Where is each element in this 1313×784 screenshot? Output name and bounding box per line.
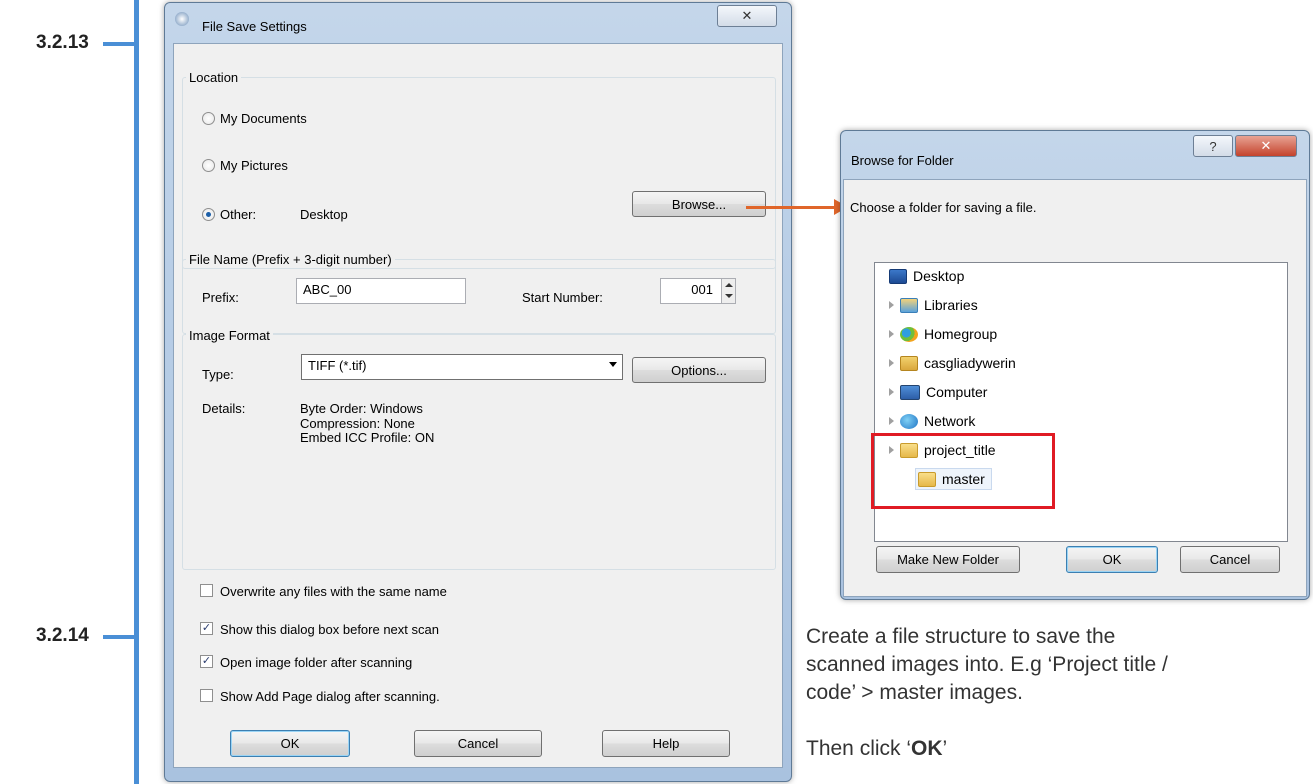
browse-button[interactable]: Browse... bbox=[632, 191, 766, 217]
tree-label-user: casgliadywerin bbox=[924, 355, 1016, 371]
tree-label-homegroup: Homegroup bbox=[924, 326, 998, 342]
title-bar: File Save Settings ✕ bbox=[165, 3, 791, 34]
window-title: File Save Settings bbox=[202, 19, 307, 34]
tree-item-network[interactable]: Network bbox=[889, 410, 975, 432]
cancel-button[interactable]: Cancel bbox=[414, 730, 542, 757]
homegroup-icon bbox=[900, 326, 918, 342]
options-button[interactable]: Options... bbox=[632, 357, 766, 383]
my-documents-radio[interactable] bbox=[202, 112, 215, 125]
libraries-icon bbox=[900, 297, 918, 313]
caption-then-suffix: ’ bbox=[942, 737, 948, 760]
open-folder-checkbox[interactable]: ✓ bbox=[200, 655, 213, 668]
start-number-stepper[interactable]: 001 bbox=[660, 278, 736, 304]
tree-item-user[interactable]: casgliadywerin bbox=[889, 352, 1016, 374]
tree-item-libraries[interactable]: Libraries bbox=[889, 294, 978, 316]
caption-line-3: code’ > master images. bbox=[806, 681, 1023, 704]
other-location-value: Desktop bbox=[300, 207, 348, 222]
instruction-caption: Create a file structure to save the scan… bbox=[806, 623, 1311, 763]
step-tick-1 bbox=[103, 42, 135, 46]
tree-item-desktop[interactable]: Desktop bbox=[889, 265, 964, 287]
show-add-page-checkbox[interactable] bbox=[200, 689, 213, 702]
browse-for-folder-window: Browse for Folder ? ✕ Choose a folder fo… bbox=[840, 130, 1310, 600]
show-dialog-checkbox[interactable]: ✓ bbox=[200, 622, 213, 635]
browse-ok-button[interactable]: OK bbox=[1066, 546, 1158, 573]
expand-icon[interactable] bbox=[889, 388, 894, 396]
browse-client-area: Choose a folder for saving a file. Deskt… bbox=[843, 179, 1307, 597]
type-select[interactable]: TIFF (*.tif) bbox=[301, 354, 623, 380]
help-button[interactable]: Help bbox=[602, 730, 730, 757]
tree-label-network: Network bbox=[924, 413, 976, 429]
expand-icon[interactable] bbox=[889, 301, 894, 309]
prefix-input[interactable]: ABC_00 bbox=[296, 278, 466, 304]
step-label-2: 3.2.14 bbox=[36, 625, 89, 646]
caption-then-bold: OK bbox=[911, 737, 943, 760]
caption-then-prefix: Then click ‘ bbox=[806, 737, 912, 760]
close-button[interactable]: ✕ bbox=[717, 5, 777, 27]
step-vertical-bar bbox=[134, 0, 139, 784]
tree-item-computer[interactable]: Computer bbox=[889, 381, 987, 403]
caption-then-click: Then click ‘OK’ bbox=[806, 735, 1311, 763]
spin-down-icon bbox=[725, 294, 733, 298]
other-radio[interactable] bbox=[202, 208, 215, 221]
make-new-folder-button[interactable]: Make New Folder bbox=[876, 546, 1020, 573]
dropdown-arrow-icon bbox=[609, 362, 617, 367]
location-group bbox=[182, 77, 776, 269]
overwrite-checkbox[interactable] bbox=[200, 584, 213, 597]
expand-icon[interactable] bbox=[889, 359, 894, 367]
pointer-arrow-line bbox=[746, 206, 836, 209]
prefix-label: Prefix: bbox=[202, 290, 239, 305]
dialog-client-area: Location My Documents My Pictures Other:… bbox=[173, 43, 783, 768]
browse-window-title: Browse for Folder bbox=[851, 153, 954, 168]
red-highlight-box bbox=[871, 433, 1055, 509]
start-number-label: Start Number: bbox=[522, 290, 603, 305]
my-documents-label: My Documents bbox=[220, 111, 307, 126]
file-save-settings-window: File Save Settings ✕ Location My Documen… bbox=[164, 2, 792, 782]
show-dialog-label: Show this dialog box before next scan bbox=[220, 622, 439, 637]
help-title-button[interactable]: ? bbox=[1193, 135, 1233, 157]
file-name-group-label: File Name (Prefix + 3-digit number) bbox=[186, 252, 395, 267]
app-icon bbox=[175, 12, 189, 26]
details-label: Details: bbox=[202, 401, 246, 416]
spin-buttons[interactable] bbox=[721, 279, 735, 303]
open-folder-label: Open image folder after scanning bbox=[220, 655, 413, 670]
start-number-value: 001 bbox=[691, 282, 713, 297]
tree-label-desktop: Desktop bbox=[913, 268, 965, 284]
tree-label-computer: Computer bbox=[926, 384, 988, 400]
browse-close-button[interactable]: ✕ bbox=[1235, 135, 1297, 157]
my-pictures-label: My Pictures bbox=[220, 158, 288, 173]
show-add-page-label: Show Add Page dialog after scanning. bbox=[220, 689, 440, 704]
browse-instruction: Choose a folder for saving a file. bbox=[850, 200, 1037, 215]
browse-title-bar: Browse for Folder ? ✕ bbox=[841, 131, 1309, 168]
step-tick-2 bbox=[103, 635, 135, 639]
computer-icon bbox=[900, 384, 920, 400]
type-label: Type: bbox=[202, 367, 234, 382]
close-icon: ✕ bbox=[741, 8, 753, 23]
step-label-1: 3.2.13 bbox=[36, 32, 89, 53]
browse-cancel-button[interactable]: Cancel bbox=[1180, 546, 1280, 573]
close-icon: ✕ bbox=[1260, 138, 1272, 153]
location-group-label: Location bbox=[186, 70, 242, 85]
network-icon bbox=[900, 413, 918, 429]
caption-line-1: Create a file structure to save the bbox=[806, 625, 1116, 648]
type-select-value: TIFF (*.tif) bbox=[308, 358, 367, 373]
spin-up-icon bbox=[725, 283, 733, 287]
desktop-icon bbox=[889, 268, 907, 284]
expand-icon[interactable] bbox=[889, 330, 894, 338]
details-compression: Compression: None bbox=[300, 416, 415, 431]
my-pictures-radio[interactable] bbox=[202, 159, 215, 172]
tree-label-libraries: Libraries bbox=[924, 297, 978, 313]
tree-item-homegroup[interactable]: Homegroup bbox=[889, 323, 997, 345]
question-icon: ? bbox=[1209, 138, 1217, 154]
folder-tree[interactable]: Desktop Libraries Homegroup casgliadywer… bbox=[871, 262, 1288, 542]
overwrite-label: Overwrite any files with the same name bbox=[220, 584, 447, 599]
ok-button[interactable]: OK bbox=[230, 730, 350, 757]
expand-icon[interactable] bbox=[889, 417, 894, 425]
other-label: Other: bbox=[220, 207, 257, 222]
details-icc-profile: Embed ICC Profile: ON bbox=[300, 430, 435, 445]
image-format-group-label: Image Format bbox=[186, 328, 273, 343]
user-folder-icon bbox=[900, 355, 918, 371]
caption-line-2: scanned images into. E.g ‘Project title … bbox=[806, 653, 1168, 676]
details-byte-order: Byte Order: Windows bbox=[300, 401, 423, 416]
